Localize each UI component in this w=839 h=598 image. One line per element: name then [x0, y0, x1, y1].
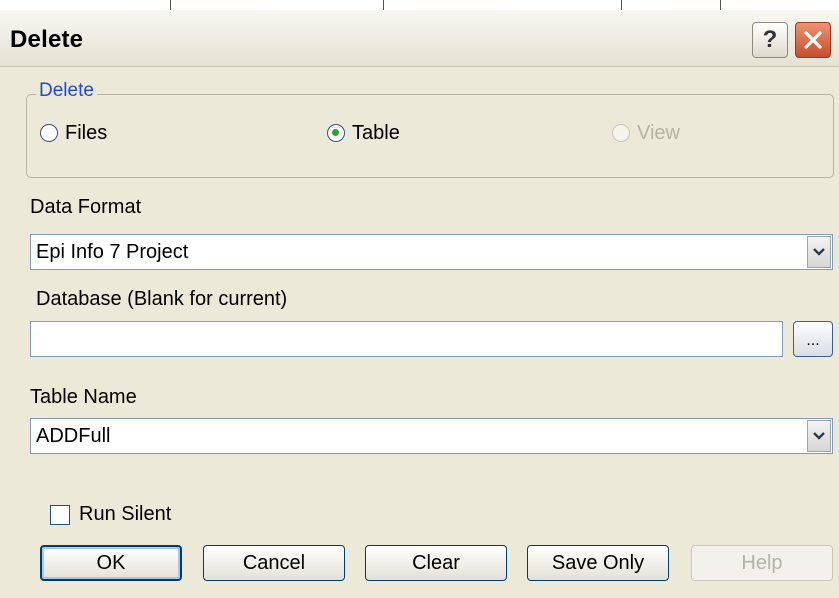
dialog-title: Delete: [10, 26, 84, 53]
checkbox-box: [50, 504, 70, 525]
chevron-down-icon: [813, 432, 825, 440]
run-silent-checkbox[interactable]: Run Silent: [50, 503, 171, 526]
radio-table[interactable]: Table: [327, 120, 400, 146]
data-format-select[interactable]: Epi Info 7 Project: [30, 234, 833, 270]
column-tick: [170, 0, 171, 10]
clear-button-label: Clear: [412, 551, 460, 574]
help-button: Help: [691, 545, 833, 581]
radio-files-label: Files: [65, 121, 108, 144]
data-format-dropdown-button[interactable]: [807, 236, 831, 268]
radio-view-label: View: [637, 121, 680, 144]
ok-button[interactable]: OK: [40, 545, 182, 581]
save-only-button[interactable]: Save Only: [527, 545, 669, 581]
cancel-button-label: Cancel: [242, 551, 306, 574]
database-label: Database (Blank for current): [36, 288, 288, 310]
help-title-button[interactable]: ?: [752, 22, 788, 58]
data-format-label: Data Format: [30, 196, 142, 218]
help-icon: ?: [762, 26, 778, 53]
radio-view: View: [612, 120, 680, 146]
clear-button[interactable]: Clear: [365, 545, 507, 581]
close-title-button[interactable]: [795, 22, 831, 58]
data-format-value: Epi Info 7 Project: [36, 241, 189, 263]
cancel-button[interactable]: Cancel: [203, 545, 345, 581]
column-tick: [383, 0, 384, 10]
radio-circle: [612, 124, 630, 142]
column-tick: [720, 0, 721, 10]
help-button-label: Help: [741, 551, 783, 574]
run-silent-label: Run Silent: [79, 503, 172, 525]
table-name-select[interactable]: ADDFull: [30, 418, 833, 454]
ok-button-label: OK: [96, 551, 126, 574]
delete-group-legend: Delete: [36, 80, 97, 102]
browse-button[interactable]: ...: [793, 321, 833, 357]
radio-table-label: Table: [352, 121, 400, 144]
title-bar: Delete ?: [0, 10, 839, 67]
save-only-button-label: Save Only: [551, 551, 645, 574]
close-icon: [804, 31, 822, 49]
table-name-value: ADDFull: [36, 425, 111, 447]
table-name-dropdown-button[interactable]: [807, 420, 831, 452]
delete-groupbox: [26, 94, 834, 178]
table-name-label: Table Name: [30, 386, 137, 408]
radio-selected-dot: [332, 129, 339, 136]
browse-label: ...: [806, 332, 820, 349]
top-strip: [0, 0, 839, 10]
radio-files[interactable]: Files: [40, 120, 107, 146]
column-tick: [621, 0, 622, 10]
database-input[interactable]: [30, 321, 783, 357]
radio-circle: [327, 124, 345, 142]
radio-circle: [40, 124, 58, 142]
chevron-down-icon: [813, 248, 825, 256]
